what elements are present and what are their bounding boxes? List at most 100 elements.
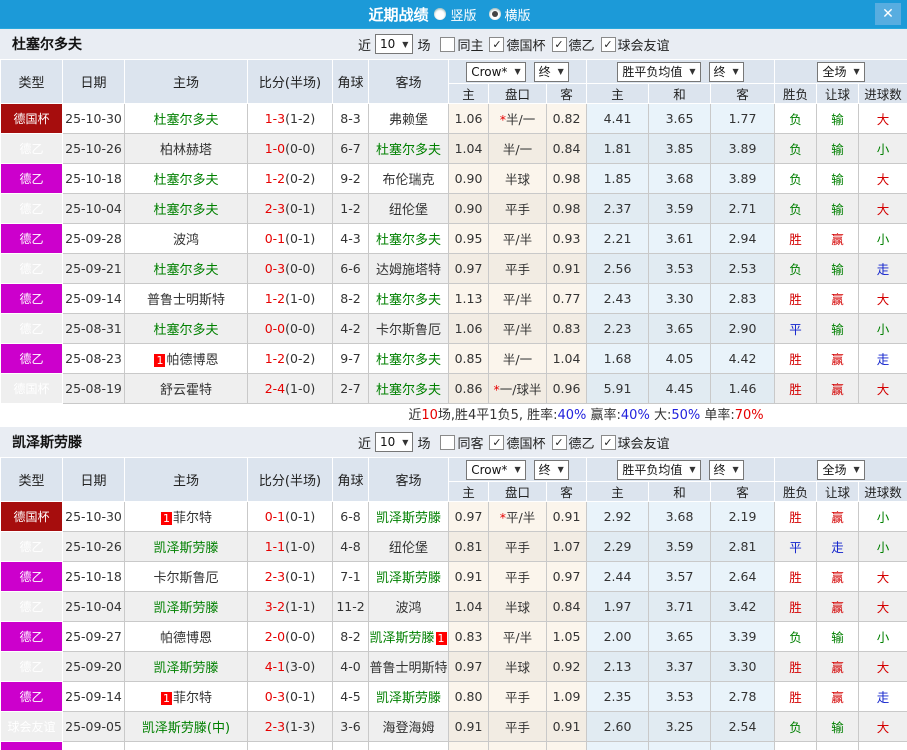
goals-result: 大 [858,651,907,682]
goals-result: 大 [858,591,907,622]
fulltime-score: 0-1 [264,509,286,524]
checkbox-checked-icon[interactable]: ✓ [600,434,616,450]
fulltime-score: 1-2 [264,351,286,366]
odds-line: 半/一 [488,343,547,374]
summary-part: 50% [671,408,701,423]
odds-home: 0.97 [448,651,489,682]
score: 1-3(1-2) [247,103,333,134]
col-type: 类型 [0,457,63,502]
dialog-title: 近期战绩 [368,5,429,24]
avg-draw: 3.71 [648,591,711,622]
odds-home: 0.97 [448,501,489,532]
checkbox-label: 德国杯 [506,38,546,54]
checkbox-checked-icon[interactable]: ✓ [600,36,616,52]
fulltime-select[interactable]: 全场 ▼ [817,459,865,480]
col-handicap: 让球 [816,481,860,502]
corner-count: 9-2 [332,163,369,194]
team-label: 普鲁士明斯特 [369,661,448,676]
odds-line: *平/半 [488,501,547,532]
matches-table: 类型 日期 主场 比分(半场) 角球 客场 Crow* ▼ 终 ▼ 胜平负均值 … [0,59,907,404]
team-label: 菲尔特 [172,691,212,706]
summary-line: 近10场,胜4平1负5, 胜率:40% 赢率:40% 大:50% 单率:70% [0,404,907,427]
away-team: 凯泽斯劳滕 [368,561,449,592]
avg-type-select[interactable]: 胜平负均值 ▼ [617,61,701,82]
odds-away: 1.04 [546,343,587,374]
col-odds-line: 盘口 [488,83,547,104]
col-odds-home: 主 [448,83,489,104]
avg-draw: 3.45 [648,741,711,750]
team-label: 凯泽斯劳滕 [153,541,219,556]
checkbox-checked-icon[interactable]: ✓ [489,36,505,52]
chevron-down-icon: ▼ [732,465,739,474]
away-team: 杜塞尔多夫 [368,133,449,164]
near-label: 近 [358,38,372,54]
away-team: 杜塞尔多夫 [368,373,449,404]
winloss-result: 平 [774,313,818,344]
winloss-result: 胜 [774,373,818,404]
corner-count: 4-0 [332,651,369,682]
competition-type: 球会友谊 [0,711,63,742]
odds-line: *半/一 [488,103,547,134]
avg-home: 2.92 [586,501,649,532]
fulltime-select[interactable]: 全场 ▼ [817,61,865,82]
avg-type-select[interactable]: 胜平负均值 ▼ [617,459,701,480]
checkbox-label: 球会友谊 [617,38,670,54]
avg-draw: 4.05 [648,343,711,374]
odds-away: 1.09 [546,681,587,712]
home-team: 波鸿 [124,223,248,254]
score: 1-0(0-0) [247,133,333,164]
avg-draw: 3.68 [648,163,711,194]
corner-count: 3-5 [332,741,369,750]
away-team: 卡尔斯鲁厄 [368,313,449,344]
odds-away: 0.83 [546,313,587,344]
checkbox-checked-icon[interactable]: ✓ [489,434,505,450]
checkbox-checked-icon[interactable]: ✓ [551,434,567,450]
corner-count: 9-7 [332,343,369,374]
star-icon: * [493,382,500,397]
score: 1-2(0-2) [247,163,333,194]
chevron-down-icon: ▼ [402,39,409,49]
odds-source-select[interactable]: Crow* ▼ [466,61,526,82]
halftime-score: (0-1) [285,689,316,704]
competition-type: 德乙 [0,681,63,712]
home-team: 1 菲尔特 [124,501,248,532]
avg-draw: 3.65 [648,621,711,652]
odds-away: 0.84 [546,133,587,164]
team-label: 杜塞尔多夫 [375,353,441,368]
odds-line: 半球 [488,591,547,622]
match-row: 球会友谊 25-09-05 凯泽斯劳滕(中) 2-3(1-3) 3-6 海登海姆 0.91 平… [0,711,907,742]
fulltime-score: 0-3 [264,689,286,704]
match-count-select[interactable]: 10 ▼ [375,34,414,54]
avg-final-select[interactable]: 终 ▼ [708,459,744,480]
avg-final-select[interactable]: 终 ▼ [708,61,744,82]
avg-draw: 3.57 [648,561,711,592]
team-label: 波鸿 [395,601,422,616]
avg-away: 3.39 [709,621,776,652]
avg-home: 2.35 [586,681,649,712]
avg-group-header: 胜平负均值 ▼ 终 ▼ [585,59,776,84]
layout-radio[interactable] [488,8,501,20]
checkbox-checked-icon[interactable]: ✓ [551,36,567,52]
avg-draw: 3.30 [648,283,711,314]
checkbox-unchecked-icon[interactable] [440,36,456,52]
odds-final-select[interactable]: 终 ▼ [533,459,569,480]
match-count-select[interactable]: 10 ▼ [375,432,414,452]
odds-away: 0.91 [546,253,587,284]
odds-home: 0.91 [448,711,489,742]
home-team: 凯泽斯劳滕 [124,741,248,750]
close-icon[interactable]: ✕ [875,3,901,25]
rank-badge: 1 [160,692,172,705]
score: 1-2(1-0) [247,283,333,314]
handicap-result: 赢 [816,651,860,682]
handicap-result: 赢 [816,501,860,532]
score: 2-3(0-1) [247,561,333,592]
layout-radio[interactable] [434,8,447,20]
odds-source-select[interactable]: Crow* ▼ [466,459,526,480]
checkbox-label: 德乙 [568,38,595,54]
competition-type: 德乙 [0,531,63,562]
checkbox-unchecked-icon[interactable] [440,434,456,450]
away-team: 杜塞尔多夫 [368,223,449,254]
odds-final-select[interactable]: 终 ▼ [533,61,569,82]
team-label: 杜塞尔多夫 [153,263,219,278]
avg-draw: 3.59 [648,193,711,224]
